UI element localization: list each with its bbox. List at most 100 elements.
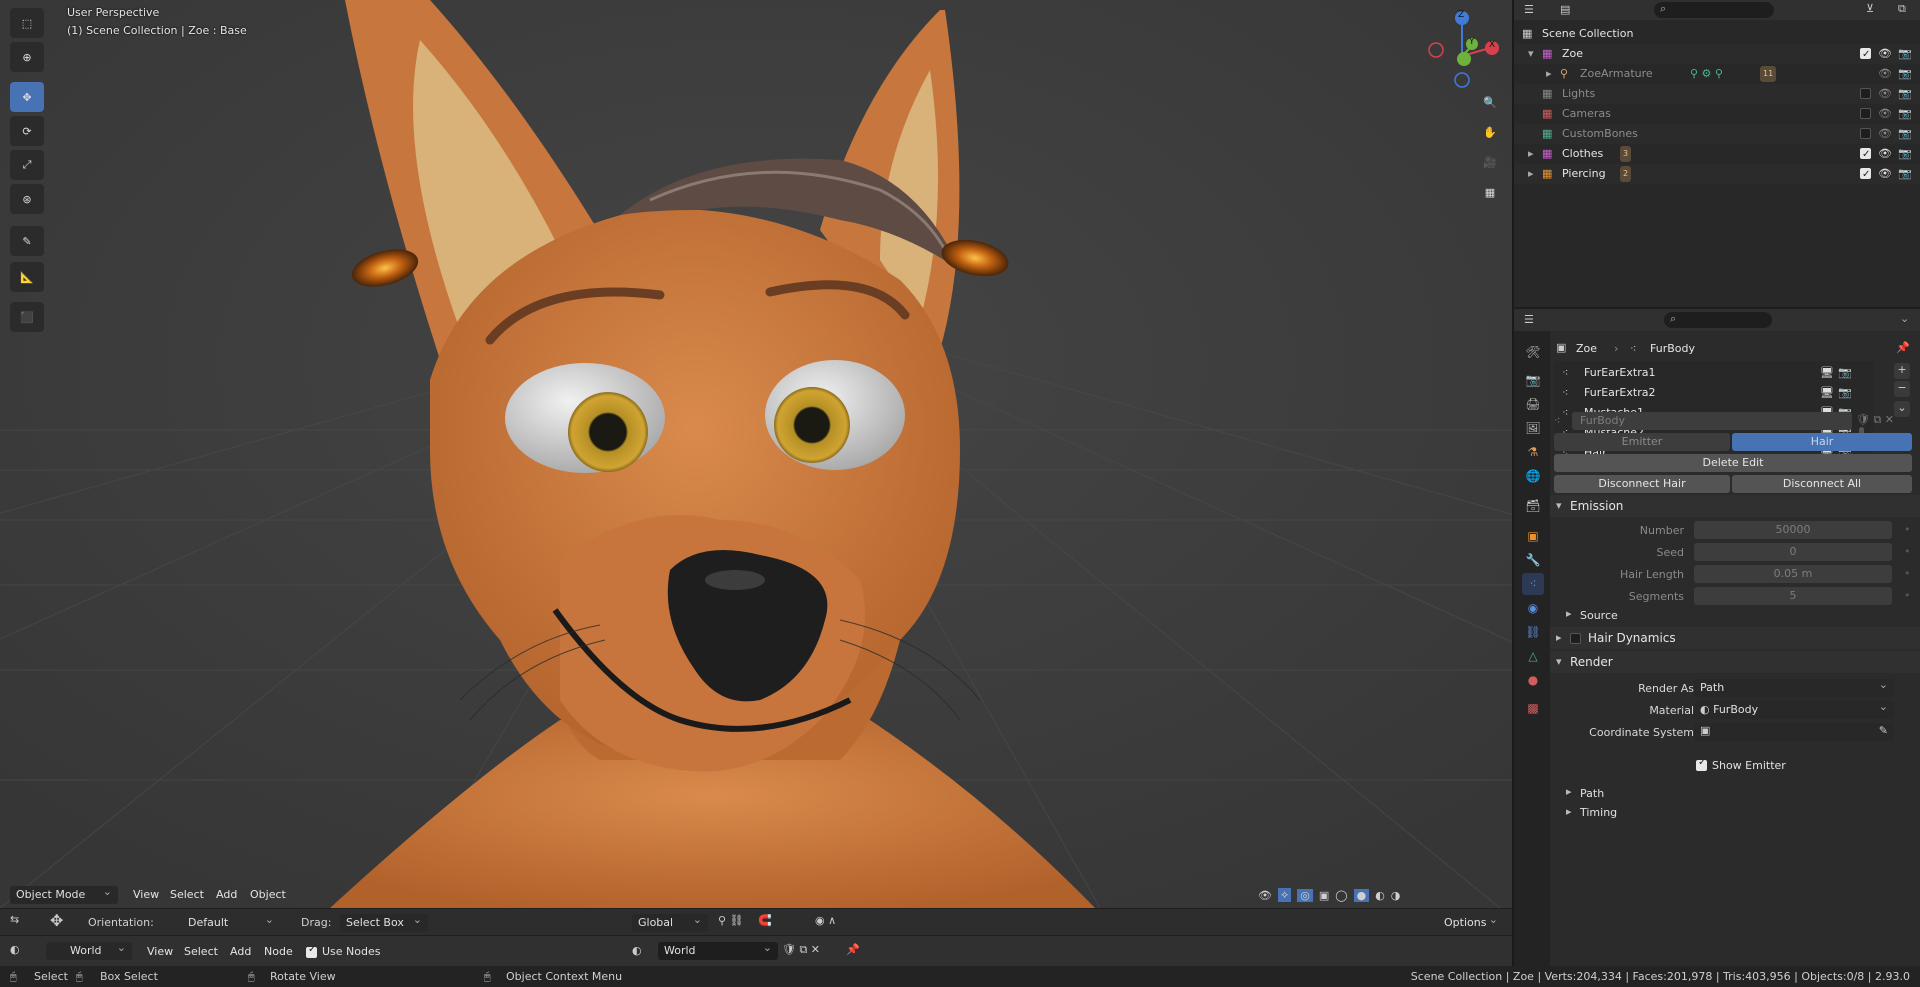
expand-arrow-icon[interactable]: ▾ [1528, 44, 1534, 64]
visibility-icon[interactable]: 👁 [1258, 889, 1272, 902]
menu-add[interactable]: Add [212, 885, 241, 905]
render-camera-icon[interactable]: 📷 [1898, 84, 1912, 104]
particles-tab-icon[interactable]: ⁖ [1522, 573, 1544, 595]
render-camera-icon[interactable]: 📷 [1898, 144, 1912, 164]
menu-view[interactable]: View [129, 885, 163, 905]
render-tab-icon[interactable]: 📷 [1522, 369, 1544, 391]
pan-hand-icon[interactable]: ✋ [1476, 118, 1504, 146]
modifier-tab-icon[interactable]: 🔧 [1522, 549, 1544, 571]
material-tab-icon[interactable]: ● [1522, 669, 1544, 691]
pin-icon[interactable]: 📌 [846, 943, 860, 956]
exclude-checkbox[interactable] [1860, 45, 1871, 65]
delete-edit-button[interactable]: Delete Edit [1554, 454, 1912, 472]
breadcrumb-data[interactable]: FurBody [1650, 342, 1695, 355]
measure-tool[interactable]: 📐 [10, 262, 44, 292]
display-mode-icon[interactable]: ▤ [1560, 3, 1570, 16]
render-camera-icon[interactable]: 📷 [1898, 124, 1912, 144]
pin-icon[interactable]: 📌 [1896, 341, 1910, 354]
exclude-checkbox[interactable] [1860, 108, 1871, 119]
viewport-display-icon[interactable]: 🖥 [1820, 383, 1834, 403]
particle-settings-field[interactable]: FurBody [1572, 412, 1852, 430]
material-dropdown[interactable]: ◐ FurBody [1694, 698, 1894, 719]
camera-view-icon[interactable]: 🎥 [1476, 148, 1504, 176]
outliner-row[interactable]: ▦ Scene Collection [1514, 24, 1920, 44]
cursor-tool[interactable]: ⊕ [10, 42, 44, 72]
outliner-row[interactable]: ▦ Cameras 👁 📷 [1514, 104, 1920, 124]
constraints-tab-icon[interactable]: ⛓ [1522, 621, 1544, 643]
ortho-grid-icon[interactable]: ▦ [1476, 178, 1504, 206]
eye-icon[interactable]: 👁 [1878, 144, 1892, 164]
render-camera-icon[interactable]: 📷 [1838, 383, 1852, 403]
render-camera-icon[interactable]: 📷 [1898, 164, 1912, 184]
use-nodes-checkbox[interactable] [306, 944, 317, 958]
outliner-item-name[interactable]: Zoe [1562, 44, 1583, 64]
move-tool[interactable]: ✥ [10, 82, 44, 112]
outliner-editor-icon[interactable]: ☰ [1524, 3, 1534, 16]
outliner[interactable]: ☰ ▤ ⌕ ⊻ ⧉ ▦ Scene Collection ▾ ▦ Zoe 👁 📷 ▸ ⚲ ZoeA… [1512, 0, 1920, 307]
outliner-item-name[interactable]: ZoeArmature [1580, 64, 1653, 84]
viewport-display-icon[interactable]: 🖥 [1820, 363, 1834, 383]
keyframe-dot-icon[interactable]: • [1904, 589, 1911, 602]
outliner-row[interactable]: ▸ ⚲ ZoeArmature 11 ⚲ ⚙ ⚲ 👁 📷 [1514, 64, 1920, 84]
drag-dropdown[interactable]: Select Box [340, 911, 428, 932]
outliner-item-name[interactable]: Clothes [1562, 144, 1603, 164]
node-menu-add[interactable]: Add [226, 942, 255, 962]
collapse-arrow-icon[interactable]: ▸ [1546, 64, 1552, 84]
properties-editor-icon[interactable]: ☰ [1524, 313, 1534, 326]
coordinate-system-field[interactable]: ▣ ✎ [1694, 723, 1894, 741]
armature-modifier-icons[interactable]: ⚲ ⚙ ⚲ [1690, 64, 1723, 84]
eye-icon[interactable]: 👁 [1878, 84, 1892, 104]
child-count-badge[interactable]: 3 [1620, 146, 1632, 162]
scene-tab-icon[interactable]: ⚗ [1522, 441, 1544, 463]
outliner-row[interactable]: ▾ ▦ Zoe 👁 📷 [1514, 44, 1920, 65]
xray-icon[interactable]: ▣ [1319, 889, 1329, 902]
render-camera-icon[interactable]: 📷 [1898, 64, 1912, 84]
remove-particle-button[interactable]: − [1894, 381, 1910, 397]
emission-field-value[interactable]: 50000 [1694, 521, 1892, 539]
world-datablock-icons[interactable]: 🛡 ⧉ ✕ [782, 943, 820, 957]
snap-icon[interactable]: 🧲 [758, 914, 772, 927]
viewport-shading-controls[interactable]: 👁 ⟡ ◎ ▣ ◯ ● ◐ ◑ [1258, 886, 1508, 904]
3d-viewport[interactable]: User Perspective (1) Scene Collection | … [0, 0, 1512, 908]
collection-tab-icon[interactable]: 🗃 [1522, 495, 1544, 517]
eye-icon[interactable]: 👁 [1878, 104, 1892, 124]
exclude-checkbox[interactable] [1860, 145, 1871, 165]
node-menu-view[interactable]: View [143, 942, 177, 962]
object-tab-icon[interactable]: ▣ [1522, 525, 1544, 547]
rendered-shading-icon[interactable]: ◑ [1391, 889, 1401, 902]
new-collection-icon[interactable]: ⧉ [1898, 2, 1906, 16]
outliner-row[interactable]: ▸ ▦ Clothes 3 👁 📷 [1514, 144, 1920, 165]
exclude-checkbox[interactable] [1860, 165, 1871, 185]
collapse-arrow-icon[interactable]: ▸ [1528, 144, 1534, 164]
keyframe-dot-icon[interactable]: • [1904, 567, 1911, 580]
options-dropdown[interactable]: Options [1438, 911, 1504, 932]
outliner-search-input[interactable]: ⌕ [1654, 2, 1774, 18]
emitter-type-button[interactable]: Emitter [1554, 433, 1730, 451]
child-count-badge[interactable]: 11 [1760, 66, 1777, 82]
eye-icon[interactable]: 👁 [1878, 44, 1892, 64]
node-menu-node[interactable]: Node [260, 942, 297, 962]
zoom-icon[interactable]: 🔍 [1476, 88, 1504, 116]
eye-icon[interactable]: 👁 [1878, 64, 1892, 84]
scale-tool[interactable]: ⤢ [10, 150, 44, 180]
emission-field-value[interactable]: 5 [1694, 587, 1892, 605]
data-tab-icon[interactable]: △ [1522, 645, 1544, 667]
overlay-icon[interactable]: ◎ [1297, 888, 1313, 902]
gizmo-toggle-icon[interactable]: ⟡ [1277, 888, 1292, 902]
eye-icon[interactable]: 👁 [1878, 164, 1892, 184]
hair-dynamics-checkbox[interactable] [1570, 633, 1581, 644]
eyedropper-icon[interactable]: ✎ [1879, 724, 1888, 737]
render-as-dropdown[interactable]: Path [1694, 676, 1894, 697]
tool-tab-icon[interactable]: 🛠 [1522, 341, 1544, 363]
exclude-checkbox[interactable] [1860, 128, 1871, 139]
particle-system-item[interactable]: ⁖ FurEarExtra1 🖥 📷 [1554, 363, 1859, 383]
outliner-item-name[interactable]: Cameras [1562, 104, 1611, 124]
node-menu-select[interactable]: Select [180, 942, 222, 962]
tool-icon[interactable]: ⇆ [10, 913, 19, 926]
transform-space-dropdown[interactable]: Global [632, 911, 708, 932]
outliner-row[interactable]: ▸ ▦ Piercing 2 👁 📷 [1514, 164, 1920, 185]
outliner-item-name[interactable]: Piercing [1562, 164, 1606, 184]
path-subpanel[interactable]: Path [1580, 787, 1604, 800]
source-subpanel[interactable]: Source [1580, 609, 1618, 622]
emission-field-value[interactable]: 0 [1694, 543, 1892, 561]
